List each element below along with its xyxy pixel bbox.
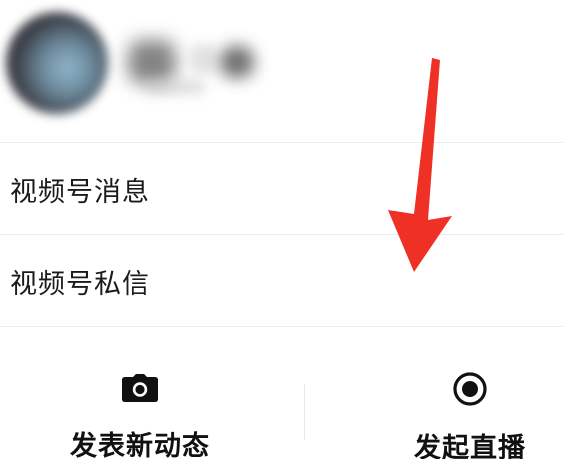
avatar[interactable] [6,12,108,114]
divider [0,326,563,327]
divider [0,142,563,143]
menu-item-channels-private-messages[interactable]: 视频号私信 [0,236,563,326]
record-icon [450,372,490,406]
menu-item-label: 视频号消息 [10,176,150,208]
start-live-button[interactable]: 发起直播 [330,340,563,459]
menu-item-channels-messages[interactable]: 视频号消息 [0,144,563,234]
post-new-moment-button[interactable]: 发表新动态 [0,340,280,459]
action-separator [304,384,305,440]
channels-menu-screen: 视频号消息 视频号私信 发表新动态 发起直播 [0,0,563,459]
camera-icon [120,374,160,402]
menu-item-label: 视频号私信 [10,268,150,300]
profile-name-blurred [128,30,258,94]
post-new-moment-label: 发表新动态 [70,431,210,459]
profile-header[interactable] [0,0,563,142]
divider [0,234,563,235]
start-live-label: 发起直播 [414,433,526,459]
